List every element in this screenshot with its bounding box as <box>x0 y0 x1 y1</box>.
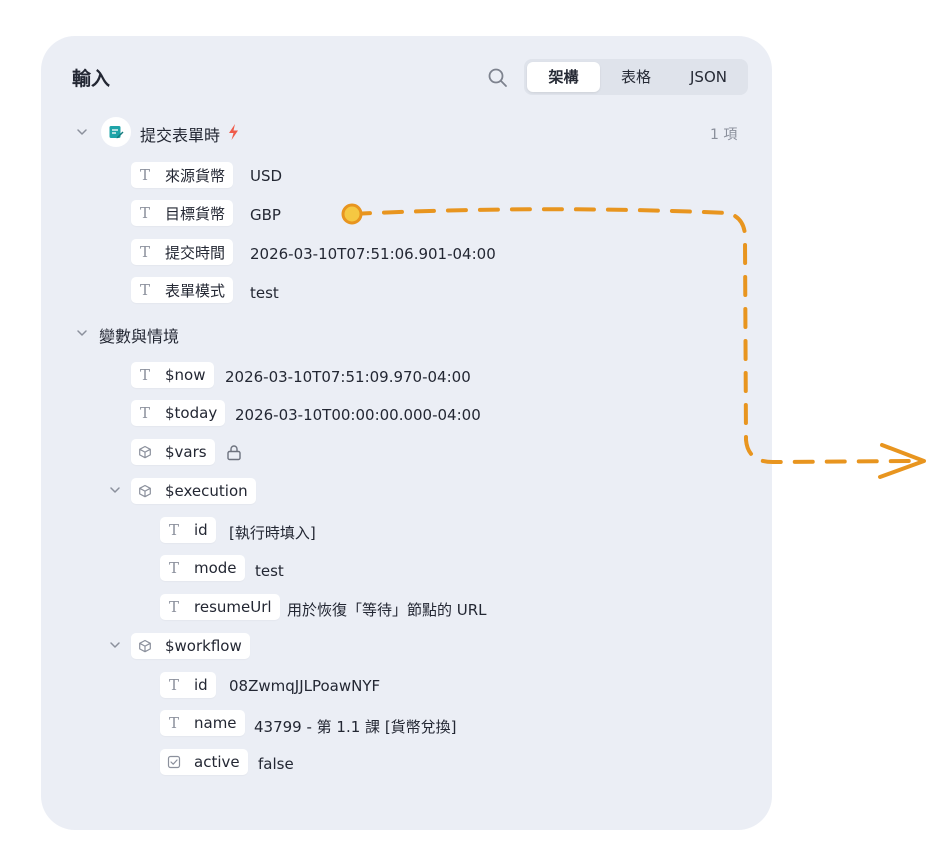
field-source-currency[interactable]: T 來源貨幣 <box>131 162 234 188</box>
text-type-icon: T <box>168 559 179 577</box>
field-key: 表單模式 <box>165 281 226 300</box>
field-value: GBP <box>250 206 281 224</box>
text-type-icon: T <box>168 598 179 616</box>
form-icon <box>101 117 131 147</box>
field-key: resumeUrl <box>194 598 272 616</box>
field-key: $vars <box>165 443 207 461</box>
field-value: USD <box>250 167 283 185</box>
view-tabs: 架構 表格 JSON <box>524 59 748 95</box>
text-type-icon: T <box>139 204 150 222</box>
variables-section-title: 變數與情境 <box>99 327 180 346</box>
text-type-icon: T <box>168 521 179 539</box>
field-target-currency[interactable]: T 目標貨幣 <box>131 200 234 226</box>
chevron-down-icon[interactable] <box>109 484 121 496</box>
var-today[interactable]: T $today <box>131 400 226 426</box>
workflow-name[interactable]: T name <box>160 710 245 736</box>
field-value: 2026-03-10T07:51:06.901-04:00 <box>250 245 496 263</box>
field-key: 來源貨幣 <box>165 166 226 185</box>
field-key: mode <box>194 559 237 577</box>
field-value: 08ZwmqJJLPoawNYF <box>229 677 381 695</box>
input-panel: 輸入 架構 表格 JSON 提交表單時 1 項 T 來源貨幣 USD T 目標貨… <box>41 36 772 830</box>
tab-schema[interactable]: 架構 <box>527 62 600 92</box>
cube-icon <box>137 639 153 653</box>
text-type-icon: T <box>139 366 150 384</box>
field-key: 目標貨幣 <box>165 204 226 223</box>
field-value: test <box>255 562 284 580</box>
var-vars[interactable]: $vars <box>131 439 215 465</box>
workflow-id[interactable]: T id <box>160 672 216 698</box>
field-key: 提交時間 <box>165 243 226 262</box>
field-key: $execution <box>165 482 248 500</box>
checkbox-icon <box>166 755 182 769</box>
field-form-mode[interactable]: T 表單模式 <box>131 277 234 303</box>
tab-json[interactable]: JSON <box>672 62 745 92</box>
text-type-icon: T <box>139 166 150 184</box>
var-workflow[interactable]: $workflow <box>131 633 250 659</box>
field-key: $now <box>165 366 206 384</box>
item-count: 1 項 <box>710 127 738 143</box>
workflow-active[interactable]: active <box>160 749 248 775</box>
execution-mode[interactable]: T mode <box>160 555 245 581</box>
field-value: test <box>250 284 279 302</box>
field-key: active <box>194 753 240 771</box>
var-now[interactable]: T $now <box>131 362 214 388</box>
field-key: id <box>194 521 208 539</box>
chevron-down-icon[interactable] <box>76 327 88 339</box>
field-key: id <box>194 676 208 694</box>
lock-icon <box>227 445 241 461</box>
text-type-icon: T <box>139 281 150 299</box>
field-value: 43799 - 第 1.1 課 [貨幣兌換] <box>254 718 457 736</box>
field-value: 用於恢復「等待」節點的 URL <box>287 601 487 619</box>
chevron-down-icon[interactable] <box>76 126 88 138</box>
field-value: 2026-03-10T07:51:09.970-04:00 <box>225 368 471 386</box>
cube-icon <box>137 484 153 498</box>
execution-id[interactable]: T id <box>160 517 216 543</box>
field-value: false <box>258 755 294 773</box>
text-type-icon: T <box>168 676 179 694</box>
text-type-icon: T <box>168 714 179 732</box>
field-value: 2026-03-10T00:00:00.000-04:00 <box>235 406 481 424</box>
field-key: $today <box>165 404 218 422</box>
field-submitted-at[interactable]: T 提交時間 <box>131 239 234 265</box>
field-value: [執行時填入] <box>229 524 316 542</box>
cube-icon <box>137 445 153 459</box>
text-type-icon: T <box>139 243 150 261</box>
execution-resume-url[interactable]: T resumeUrl <box>160 594 280 620</box>
tab-table[interactable]: 表格 <box>601 62 671 92</box>
field-key: name <box>194 714 237 732</box>
text-type-icon: T <box>139 404 150 422</box>
lightning-icon <box>229 124 238 140</box>
search-icon[interactable] <box>487 67 509 89</box>
chevron-down-icon[interactable] <box>109 639 121 651</box>
trigger-node-name: 提交表單時 <box>140 126 221 145</box>
var-execution[interactable]: $execution <box>131 478 256 504</box>
panel-title: 輸入 <box>72 68 111 90</box>
field-key: $workflow <box>165 637 242 655</box>
